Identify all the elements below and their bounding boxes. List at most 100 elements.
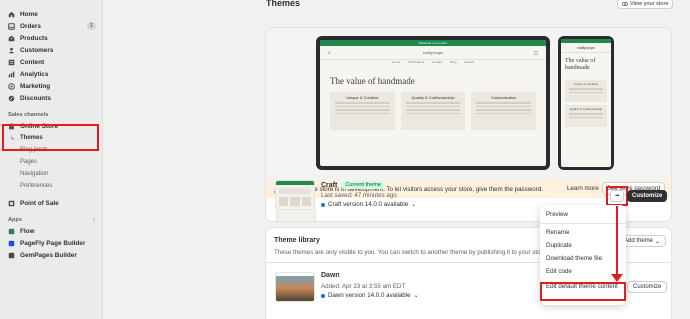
mobile-brand: crafty.loops — [561, 43, 611, 53]
orders-icon — [8, 22, 15, 30]
sidebar-item-orders[interactable]: Orders 1 — [0, 20, 102, 32]
menu-item-duplicate[interactable]: Duplicate — [540, 239, 626, 252]
eye-icon — [622, 1, 628, 6]
discounts-icon — [8, 95, 15, 102]
customize-dawn-button[interactable]: Customize — [627, 281, 668, 293]
sidebar-item-analytics[interactable]: Analytics — [0, 68, 102, 80]
preview-column: Unique & Creative — [330, 92, 395, 130]
menu-item-preview[interactable]: Preview — [540, 208, 626, 221]
orders-count-badge: 1 — [87, 22, 96, 30]
sidebar-app-pagefly[interactable]: PageFly Page Builder — [0, 237, 102, 249]
sidebar-item-label: Discounts — [20, 94, 51, 102]
mobile-card-title: Quality & Craftsmanship — [569, 107, 603, 111]
menu-divider — [540, 223, 626, 224]
apps-heading: Apps › — [0, 215, 102, 225]
current-theme-badge: Current theme — [341, 181, 386, 189]
sidebar-subitem-navigation[interactable]: Navigation — [0, 168, 102, 180]
sidebar-app-flow[interactable]: Flow — [0, 225, 102, 237]
dawn-theme-name: Dawn — [321, 272, 340, 279]
sidebar-item-marketing[interactable]: Marketing — [0, 80, 102, 92]
home-icon — [8, 11, 15, 18]
sidebar-item-label: Products — [20, 34, 48, 42]
sidebar-item-home[interactable]: Home — [0, 8, 102, 20]
theme-library-title: Theme library — [274, 237, 320, 244]
annotation-arrow-head — [611, 274, 623, 282]
preview-columns: Unique & Creative Quality & Craftsmanshi… — [320, 92, 546, 130]
sales-channels-heading: Sales channels — [8, 112, 49, 118]
preview-header: crafty.loops ◻ ⌕ — [320, 46, 546, 60]
sidebar-item-label: Flow — [20, 227, 35, 235]
apps-heading-label: Apps — [8, 217, 22, 223]
sidebar-subitem-label: Preferences — [20, 183, 53, 189]
flow-app-icon — [8, 228, 15, 235]
customize-current-theme-button[interactable]: Customize — [627, 190, 668, 202]
add-theme-label: Add theme — [624, 238, 654, 244]
annotation-highlight-box — [2, 124, 99, 151]
preview-link: Home — [392, 60, 401, 64]
preview-link: Search — [464, 60, 474, 64]
sidebar-item-label: Home — [20, 10, 38, 18]
search-icon: ⌕ — [328, 49, 331, 56]
sidebar-subitem-label: Pages — [20, 159, 38, 165]
pagefly-app-icon — [8, 240, 15, 247]
page-title: Themes — [266, 0, 301, 8]
learn-more-link[interactable]: Learn more — [567, 185, 599, 192]
mobile-hero-heading: The value of handmade — [565, 58, 596, 71]
last-saved-text: Last saved: 47 minutes ago — [321, 192, 397, 199]
preview-column: Quality & Craftsmanship — [400, 92, 466, 130]
sidebar-item-label: PageFly Page Builder — [20, 239, 86, 247]
mobile-preview[interactable]: crafty.loops The value of handmade Uniqu… — [558, 36, 614, 170]
sidebar-item-label: Marketing — [20, 82, 51, 90]
mobile-card: Unique & Creative — [565, 80, 607, 102]
main-content: Themes View your store Welcome to our st… — [103, 0, 690, 319]
preview-link: All Products — [408, 60, 425, 64]
sidebar-item-products[interactable]: Products — [0, 32, 102, 44]
sidebar-app-gempages[interactable]: GemPages Builder — [0, 249, 102, 261]
chevron-right-icon: › — [93, 217, 95, 223]
chevron-down-icon: ⌄ — [413, 293, 419, 299]
preview-link: Blog — [450, 60, 457, 64]
preview-link: Contact — [432, 60, 443, 64]
sidebar-item-label: Customers — [20, 46, 54, 54]
view-store-button[interactable]: View your store — [617, 0, 674, 9]
gempages-app-icon — [8, 252, 15, 259]
craft-version-notice[interactable]: Craft version 14.0.0 available ⌄ — [321, 201, 416, 208]
sidebar-item-content[interactable]: Content — [0, 56, 102, 68]
craft-theme-thumbnail — [275, 180, 315, 210]
version-text: Dawn version 14.0.0 available — [328, 292, 411, 299]
menu-item-rename[interactable]: Rename — [540, 226, 626, 239]
annotation-highlight-box — [540, 282, 626, 301]
sidebar-item-discounts[interactable]: Discounts — [0, 92, 102, 104]
products-icon — [8, 35, 15, 42]
dawn-theme-thumbnail — [275, 272, 315, 302]
mobile-preview-screen: crafty.loops The value of handmade Uniqu… — [561, 39, 611, 167]
preview-hero-heading: The value of handmade — [330, 76, 415, 86]
sidebar-item-label: Analytics — [20, 70, 49, 78]
content-icon — [8, 59, 15, 66]
sidebar-subitem-label: Navigation — [20, 171, 49, 177]
sidebar-item-customers[interactable]: Customers — [0, 44, 102, 56]
preview-column: Customization — [471, 92, 537, 130]
sidebar-item-label: Orders — [20, 22, 41, 30]
menu-item-download[interactable]: Download theme file — [540, 252, 626, 265]
update-dot-icon — [321, 293, 325, 298]
analytics-icon — [8, 71, 15, 78]
preview-nav-links: Home All Products Contact Blog Search — [320, 60, 546, 68]
desktop-preview[interactable]: Welcome to our store crafty.loops ◻ ⌕ Ho… — [316, 36, 550, 170]
sidebar-subitem-pages[interactable]: Pages — [0, 156, 102, 168]
marketing-icon — [8, 82, 15, 90]
view-store-label: View your store — [630, 0, 669, 7]
cart-icon: ◻ — [533, 49, 538, 56]
mobile-card: Quality & Craftsmanship — [565, 105, 607, 127]
sidebar-item-point-of-sale[interactable]: Point of Sale — [0, 197, 102, 209]
dawn-version-notice[interactable]: Dawn version 14.0.0 available ⌄ — [321, 292, 419, 299]
desktop-preview-screen: Welcome to our store crafty.loops ◻ ⌕ Ho… — [320, 40, 546, 166]
preview-column-title: Customization — [491, 95, 517, 100]
preview-brand: crafty.loops — [422, 50, 444, 55]
dawn-added-text: Added: Apr 23 at 3:55 am EDT — [321, 283, 406, 290]
sidebar-subitem-preferences[interactable]: Preferences — [0, 180, 102, 192]
annotation-arrow — [616, 206, 618, 278]
customers-icon — [8, 47, 15, 54]
chevron-down-icon: ⌄ — [655, 238, 661, 245]
sidebar: Home Orders 1 Products Customers Content… — [0, 0, 103, 319]
